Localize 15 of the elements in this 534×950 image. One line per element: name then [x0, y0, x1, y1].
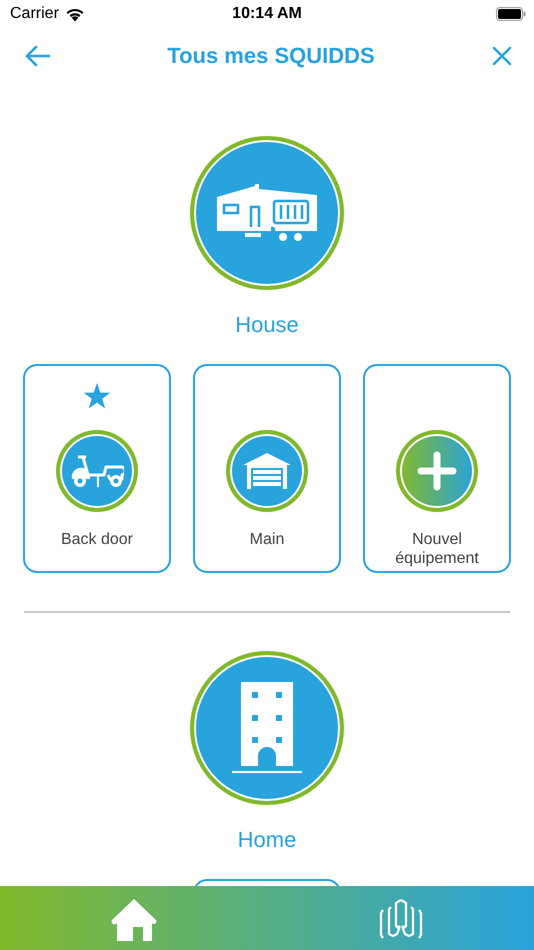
back-arrow-icon	[24, 45, 50, 67]
building-icon	[232, 682, 302, 774]
battery-icon	[496, 7, 526, 21]
device-card[interactable]: Main	[193, 364, 341, 573]
device-card[interactable]: Back door	[23, 364, 171, 573]
group-name: House	[235, 312, 299, 338]
home-icon	[110, 899, 156, 941]
page-title: Tous mes SQUIDDS	[167, 43, 375, 69]
close-icon	[492, 46, 512, 66]
add-device-card[interactable]: Nouvel équipement	[363, 364, 511, 573]
group-name: Home	[238, 827, 296, 853]
mobile-home-icon	[215, 183, 319, 243]
carrier-name: Carrier	[10, 5, 59, 23]
status-time: 10:14 AM	[232, 5, 302, 23]
wifi-icon	[64, 6, 85, 22]
